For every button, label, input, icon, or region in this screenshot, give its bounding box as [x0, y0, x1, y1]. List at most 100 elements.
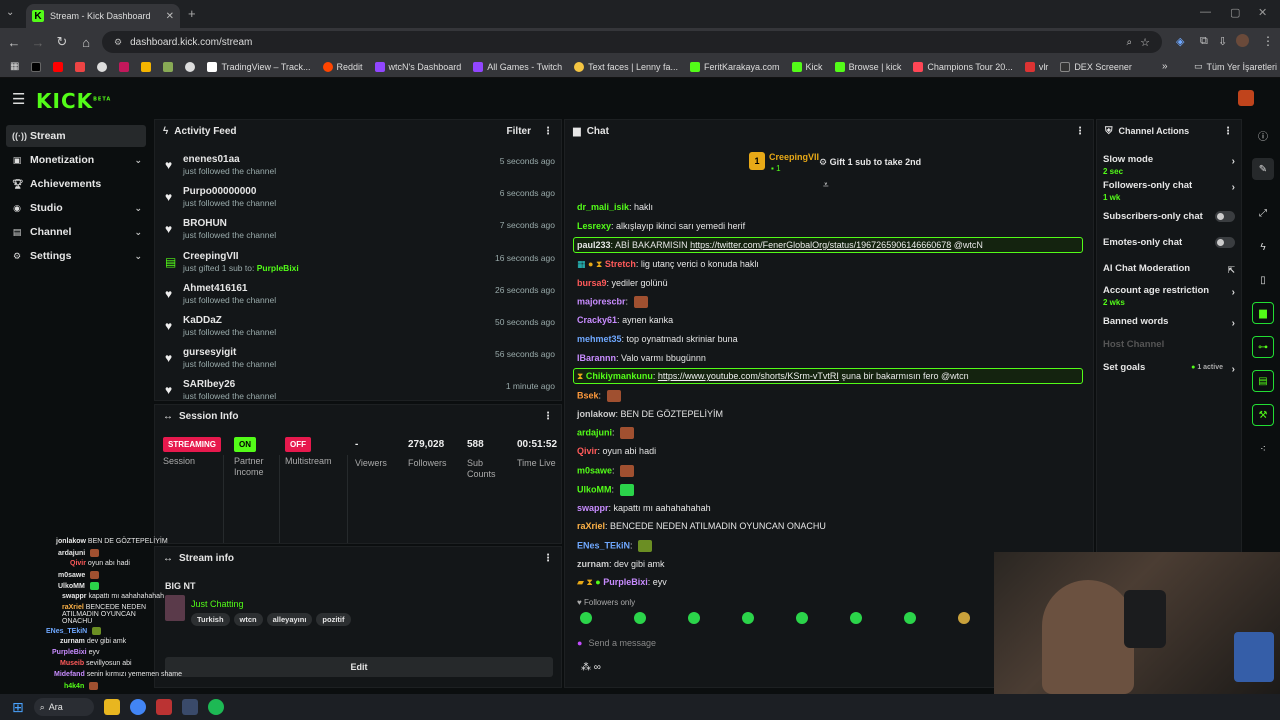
- activity-icon[interactable]: ▤: [1252, 370, 1274, 392]
- star-icon[interactable]: ☆: [1140, 36, 1150, 49]
- emote[interactable]: [904, 612, 916, 624]
- set-goals-action[interactable]: Set goals ● 1 active ›: [1103, 362, 1235, 375]
- filter-button[interactable]: Filter: [507, 126, 531, 137]
- bookmark-youtube-icon[interactable]: [49, 61, 67, 72]
- lightning-icon[interactable]: ϟ: [1252, 236, 1274, 258]
- emote[interactable]: [850, 612, 862, 624]
- maximize-icon[interactable]: ▢: [1230, 6, 1240, 19]
- profile-avatar-icon[interactable]: [1236, 34, 1249, 47]
- slow-mode-action[interactable]: Slow mode 2 sec ›: [1103, 154, 1235, 176]
- extensions-puzzle-icon[interactable]: ⧉: [1200, 35, 1208, 48]
- emote[interactable]: [688, 612, 700, 624]
- sidebar-item-stream[interactable]: ((·)) Stream: [6, 125, 146, 147]
- zoom-icon[interactable]: ⌕: [1127, 37, 1133, 48]
- emote[interactable]: [742, 612, 754, 624]
- bookmark-kick[interactable]: Kick: [788, 61, 827, 72]
- chat-link[interactable]: https://twitter.com/FenerGlobalOrg/statu…: [690, 240, 951, 250]
- microphone-icon[interactable]: ●: [577, 638, 582, 648]
- kick-logo[interactable]: KICKBETA: [36, 89, 111, 113]
- broadcast-icon[interactable]: ⊶: [1252, 336, 1274, 358]
- sidebar-item-studio[interactable]: ◉ Studio ⌄: [6, 197, 146, 219]
- chat-input-placeholder[interactable]: Send a message: [588, 638, 656, 648]
- spotify-icon[interactable]: [207, 699, 224, 715]
- omnibox[interactable]: ⚙ dashboard.kick.com/stream ⌕ ☆: [102, 31, 1162, 53]
- banned-words-action[interactable]: Banned words ›: [1103, 316, 1235, 329]
- bookmark-icon-6[interactable]: [137, 61, 155, 72]
- kebab-menu-icon[interactable]: ⋮: [543, 126, 553, 137]
- collapse-pinned-icon[interactable]: ⩡: [823, 180, 829, 191]
- edit-button[interactable]: Edit: [165, 657, 553, 677]
- tab-search-icon[interactable]: ⌄: [6, 7, 14, 18]
- tag[interactable]: wtcn: [233, 613, 263, 626]
- subscribers-only-action[interactable]: Subscribers-only chat: [1103, 211, 1235, 222]
- back-icon[interactable]: ←: [2, 35, 26, 50]
- browser-tab[interactable]: K Stream - Kick Dashboard ✕: [26, 4, 180, 28]
- bookmark-champions-tour[interactable]: Champions Tour 20...: [909, 61, 1016, 72]
- apps-grid-icon[interactable]: ▦: [6, 61, 23, 72]
- emotes-only-action[interactable]: Emotes-only chat: [1103, 237, 1235, 248]
- bookmark-icon-5[interactable]: [115, 61, 133, 72]
- tab-close-icon[interactable]: ✕: [166, 11, 174, 22]
- bookmark-icon-3[interactable]: [71, 61, 89, 72]
- ai-moderation-action[interactable]: AI Chat Moderation ⇱: [1103, 263, 1235, 275]
- bookmark-browse-kick[interactable]: Browse | kick: [831, 61, 906, 72]
- menu-kebab-icon[interactable]: ⋮: [1262, 34, 1274, 48]
- sidebar-item-settings[interactable]: ⚙ Settings ⌄: [6, 245, 146, 267]
- tag[interactable]: pozitif: [316, 613, 351, 626]
- add-widget-icon[interactable]: ⁖: [1252, 438, 1274, 460]
- emote[interactable]: [580, 612, 592, 624]
- more-bookmarks-icon[interactable]: »: [1162, 61, 1168, 72]
- sidebar-item-monetization[interactable]: ▣ Monetization ⌄: [6, 149, 146, 171]
- pinned-gift-message[interactable]: ⚙ Gift 1 sub to take 2nd: [819, 157, 921, 168]
- bookmark-icon-8[interactable]: [181, 61, 199, 72]
- edit-icon[interactable]: ✎: [1252, 158, 1274, 180]
- chat-link[interactable]: https://www.youtube.com/shorts/KSrm-vTvt…: [658, 371, 839, 381]
- bookmark-all-games[interactable]: All Games - Twitch: [469, 61, 566, 72]
- close-window-icon[interactable]: ✕: [1258, 6, 1267, 19]
- kebab-menu-icon[interactable]: ⋮: [1223, 126, 1233, 137]
- subscribers-only-toggle[interactable]: [1215, 211, 1235, 222]
- followers-only-action[interactable]: Followers-only chat 1 wk ›: [1103, 180, 1235, 202]
- bookmark-tradingview[interactable]: TradingView – Track...: [203, 61, 314, 72]
- bookmark-text-faces[interactable]: Text faces | Lenny fa...: [570, 61, 682, 72]
- bookmark-dex-screener[interactable]: DEX Screener: [1056, 61, 1136, 72]
- emotes-only-toggle[interactable]: [1215, 237, 1235, 248]
- wrench-icon[interactable]: ⚒: [1252, 404, 1274, 426]
- bookmark-x-icon[interactable]: [27, 61, 45, 72]
- all-bookmarks[interactable]: ▭ Tüm Yer İşaretleri: [1190, 61, 1280, 72]
- sidebar-item-achievements[interactable]: 🏆︎ Achievements: [6, 173, 146, 195]
- steam-icon[interactable]: [181, 699, 198, 715]
- tag[interactable]: Turkish: [191, 613, 230, 626]
- reload-icon[interactable]: ↻: [50, 34, 74, 50]
- bookmark-feritkarakaya[interactable]: FeritKarakaya.com: [686, 61, 784, 72]
- emote[interactable]: [958, 612, 970, 624]
- emote[interactable]: [796, 612, 808, 624]
- kebab-menu-icon[interactable]: ⋮: [543, 411, 553, 422]
- forward-icon[interactable]: →: [26, 35, 50, 50]
- url-text[interactable]: dashboard.kick.com/stream: [130, 37, 1118, 48]
- new-tab-icon[interactable]: +: [188, 6, 196, 21]
- user-avatar[interactable]: [1238, 90, 1254, 106]
- hamburger-menu-icon[interactable]: ☰: [12, 90, 25, 108]
- bookmark-icon-7[interactable]: [159, 61, 177, 72]
- bookmark-reddit[interactable]: Reddit: [319, 61, 367, 72]
- tag[interactable]: alleyayını: [266, 613, 313, 626]
- site-info-icon[interactable]: ⚙: [114, 37, 122, 48]
- windows-start-icon[interactable]: ⊞: [12, 699, 24, 716]
- emote[interactable]: [634, 612, 646, 624]
- downloads-icon[interactable]: ⇩: [1218, 35, 1227, 48]
- kebab-menu-icon[interactable]: ⋮: [543, 553, 553, 564]
- extension-icon[interactable]: ◈: [1176, 35, 1184, 48]
- bookmark-vlr[interactable]: vlr: [1021, 61, 1053, 72]
- taskbar-search[interactable]: ⌕ Ara: [33, 698, 94, 716]
- sidebar-item-channel[interactable]: ▤ Channel ⌄: [6, 221, 146, 243]
- minimize-icon[interactable]: —: [1200, 6, 1211, 18]
- chat-icon[interactable]: ▆: [1252, 302, 1274, 324]
- document-icon[interactable]: ▯: [1252, 269, 1274, 291]
- bookmark-icon-4[interactable]: [93, 61, 111, 72]
- kebab-menu-icon[interactable]: ⋮: [1075, 126, 1085, 137]
- category-label[interactable]: Just Chatting: [191, 599, 244, 609]
- home-icon[interactable]: ⌂: [74, 35, 98, 50]
- bookmark-wtcn-dashboard[interactable]: wtcN's Dashboard: [371, 61, 466, 72]
- obs-icon[interactable]: [155, 699, 172, 715]
